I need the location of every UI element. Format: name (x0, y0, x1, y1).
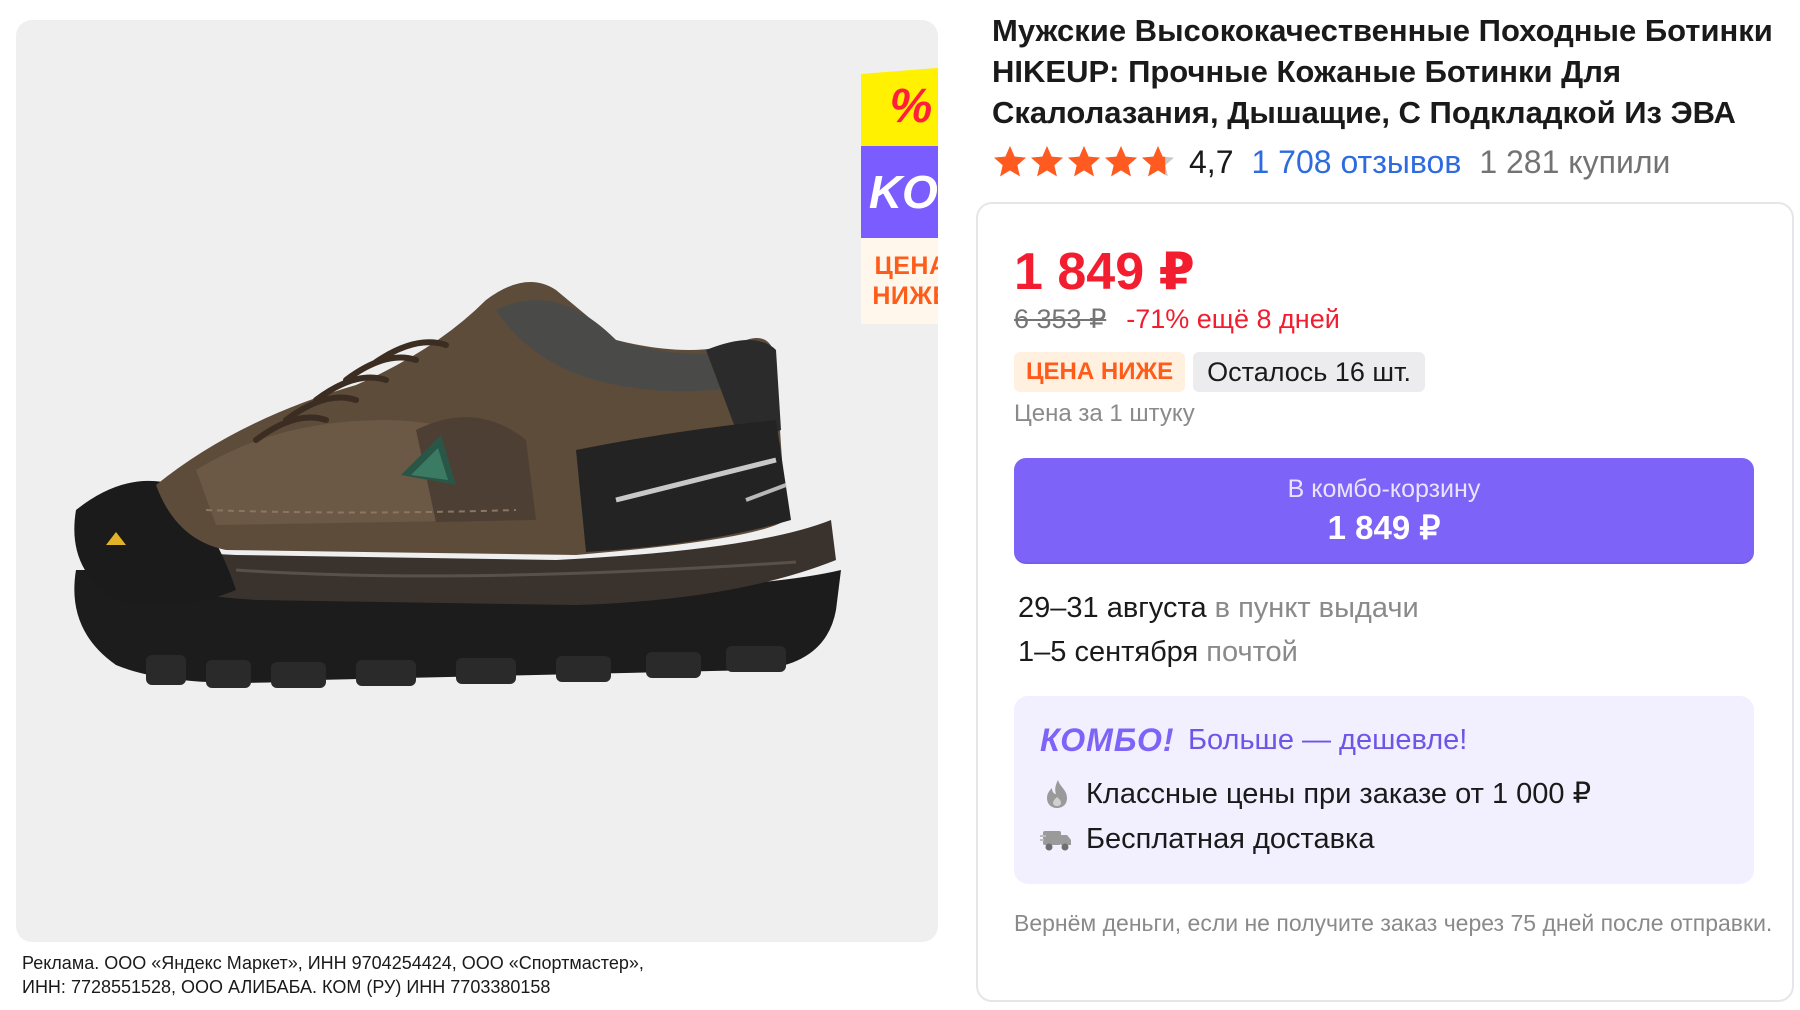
combo-logo: КОМБО! (1040, 722, 1175, 758)
star-icon (1142, 146, 1174, 177)
product-image-panel[interactable]: % KO! ЦЕНА НИЖЕ (16, 20, 938, 942)
product-title: Мужские Высококачественные Походные Боти… (992, 10, 1800, 133)
product-image-shoe[interactable] (56, 270, 916, 750)
delivery-method: почтой (1206, 636, 1298, 668)
star-icon (994, 146, 1026, 177)
price-card: 1 849 ₽ 6 353 ₽ -71% ещё 8 дней ЦЕНА НИЖ… (976, 202, 1794, 1002)
ad-line: Реклама. ООО «Яндекс Маркет», ИНН 970425… (22, 953, 644, 973)
promo-lower-price: ЦЕНА НИЖЕ (861, 238, 938, 324)
flame-icon (1047, 779, 1067, 808)
price-per-unit: Цена за 1 штуку (1014, 400, 1195, 427)
combo-benefit-prices-text: Классные цены при заказе от 1 000 ₽ (1086, 778, 1592, 810)
stock-badge: Осталось 16 шт. (1193, 352, 1425, 392)
cart-button-price: 1 849 ₽ (1327, 509, 1441, 546)
promo-percent-icon: % (861, 66, 938, 146)
delivery-option[interactable]: 1–5 сентября почтой (1018, 630, 1419, 674)
combo-tagline: Больше — дешевле! (1188, 724, 1468, 756)
combo-benefit-delivery: Бесплатная доставка (1040, 822, 1374, 856)
rating-stars[interactable] (992, 144, 1177, 180)
combo-benefit-prices: Классные цены при заказе от 1 000 ₽ (1040, 776, 1591, 811)
rating-row: 4,7 1 708 отзывов 1 281 купили (992, 140, 1670, 184)
title-line: HIKEUP: Прочные Кожаные Ботинки Для (992, 54, 1622, 89)
delivery-option[interactable]: 29–31 августа в пункт выдачи (1018, 586, 1419, 630)
promo-badge: % KO! ЦЕНА НИЖЕ (861, 66, 938, 324)
delivery-truck-icon (1040, 831, 1071, 851)
badges-row: ЦЕНА НИЖЕ Осталось 16 шт. (1014, 352, 1425, 392)
ad-line: ИНН: 7728551528, ООО АЛИБАБА. КОМ (РУ) И… (22, 977, 551, 997)
refund-guarantee: Вернём деньги, если не получите заказ че… (1014, 910, 1773, 936)
combo-promo-box[interactable]: КОМБО! Больше — дешевле! Классные цены п… (1014, 696, 1754, 884)
discount-label: -71% ещё 8 дней (1126, 304, 1340, 334)
star-icon (1105, 146, 1137, 177)
current-price: 1 849 ₽ (1014, 243, 1195, 301)
lower-price-badge: ЦЕНА НИЖЕ (1014, 352, 1186, 392)
rating-value: 4,7 (1189, 143, 1234, 180)
delivery-date: 29–31 августа (1018, 592, 1207, 624)
old-price-row: 6 353 ₽ -71% ещё 8 дней (1014, 304, 1340, 335)
promo-lower-line2: НИЖЕ (872, 282, 938, 310)
bought-count: 1 281 купили (1479, 143, 1671, 180)
title-line: Скалолазания, Дышащие, С Подкладкой Из Э… (992, 95, 1736, 130)
star-icon (1068, 146, 1100, 177)
delivery-method: в пункт выдачи (1214, 592, 1419, 624)
add-to-combo-cart-button[interactable]: В комбо-корзину 1 849 ₽ (1014, 458, 1754, 564)
old-price: 6 353 ₽ (1014, 304, 1107, 334)
ad-disclaimer: Реклама. ООО «Яндекс Маркет», ИНН 970425… (22, 951, 922, 999)
star-icon (1031, 146, 1063, 177)
delivery-date: 1–5 сентября (1018, 636, 1199, 668)
title-line: Мужские Высококачественные Походные Боти… (992, 13, 1773, 48)
combo-benefit-delivery-text: Бесплатная доставка (1086, 822, 1375, 855)
promo-lower-line1: ЦЕНА (874, 252, 938, 280)
cart-button-label: В комбо-корзину (1287, 475, 1481, 503)
delivery-info: 29–31 августа в пункт выдачи 1–5 сентябр… (1018, 586, 1419, 674)
promo-ko-label: KO! (861, 146, 938, 238)
reviews-link[interactable]: 1 708 отзывов (1251, 144, 1461, 181)
